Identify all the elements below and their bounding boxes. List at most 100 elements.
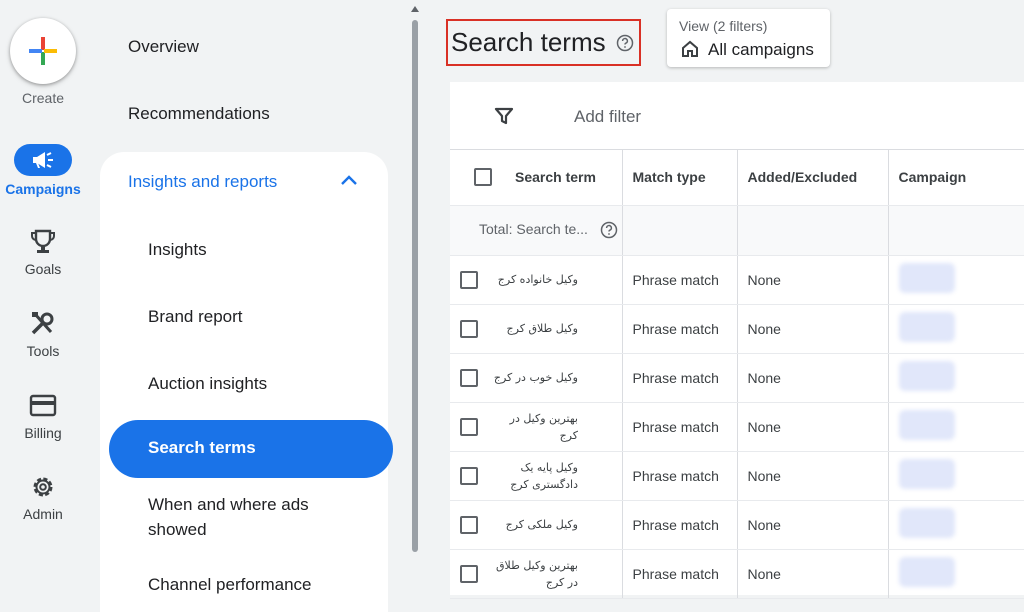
table-row[interactable]: وکیل ملکی کرج Phrase match None (450, 500, 1024, 550)
campaign-cell[interactable] (888, 353, 1024, 403)
left-rail: Create Campaigns Goals Tools Billing Adm… (0, 0, 86, 595)
main-content: Search terms View (2 filters) All campai… (422, 0, 1024, 599)
rail-item-campaigns[interactable]: Campaigns (0, 144, 86, 197)
table-row[interactable]: وکیل طلاق کرج Phrase match None (450, 304, 1024, 354)
help-icon[interactable] (616, 34, 634, 52)
nav-item-when-where[interactable]: When and where ads showed (148, 492, 348, 542)
gear-icon (33, 477, 53, 497)
view-selector[interactable]: View (2 filters) All campaigns (667, 9, 830, 67)
campaign-cell[interactable] (888, 500, 1024, 550)
row-checkbox[interactable] (460, 417, 478, 436)
search-term-text: وکیل پایه یک دادگستری کرج (510, 460, 578, 491)
nav-item-recommendations[interactable]: Recommendations (128, 104, 270, 124)
search-term-text: بهترین وکیل در کرج (509, 411, 578, 442)
nav-item-overview[interactable]: Overview (128, 37, 199, 57)
search-term-cell: بهترین وکیل در کرج (450, 402, 623, 452)
nav-scrollbar[interactable] (409, 0, 421, 595)
match-type-cell: Phrase match (622, 549, 738, 599)
plus-icon (29, 37, 57, 65)
megaphone-icon (33, 152, 53, 168)
column-header-added-excluded[interactable]: Added/Excluded (737, 150, 889, 206)
nav-item-auction-insights[interactable]: Auction insights (148, 371, 267, 396)
nav-group-insights: Insights and reports Insights Brand repo… (100, 152, 393, 612)
page-title-highlight: Search terms (446, 19, 641, 66)
chevron-up-icon[interactable] (340, 174, 358, 186)
added-excluded-cell: None (737, 451, 889, 501)
page-title: Search terms (451, 27, 606, 57)
campaign-cell[interactable] (888, 549, 1024, 599)
rail-item-billing[interactable]: Billing (0, 393, 86, 441)
rail-label-billing: Billing (24, 425, 62, 441)
match-type-cell: Phrase match (622, 304, 738, 354)
view-filters-label: View (2 filters) (679, 18, 768, 34)
rail-item-admin[interactable]: Admin (0, 474, 86, 522)
table-row[interactable]: بهترین وکیل در کرج Phrase match None (450, 402, 1024, 452)
header-search-term[interactable]: Search term (450, 150, 623, 206)
search-term-cell: وکیل طلاق کرج (450, 304, 623, 354)
search-terms-table: Search term Match type Added/Excluded Ca… (450, 150, 1024, 599)
row-checkbox[interactable] (460, 368, 478, 387)
nav-group-title[interactable]: Insights and reports (128, 172, 277, 192)
rail-item-goals[interactable]: Goals (0, 229, 86, 277)
search-term-text: وکیل خانواده کرج (497, 273, 578, 286)
match-type-cell: Phrase match (622, 500, 738, 550)
total-cell-empty (888, 205, 1024, 256)
campaign-cell[interactable] (888, 402, 1024, 452)
total-cell-empty (622, 205, 738, 256)
campaign-name-redacted (898, 557, 955, 587)
nav-item-search-terms[interactable]: Search terms (109, 420, 393, 478)
nav-item-brand-report[interactable]: Brand report (148, 304, 243, 329)
scroll-thumb[interactable] (412, 20, 418, 552)
select-all-checkbox[interactable] (474, 168, 492, 187)
view-campaigns-label: All campaigns (708, 40, 814, 59)
search-terms-card: Add filter Search term Match type Added/… (450, 82, 1024, 599)
added-excluded-cell: None (737, 549, 889, 599)
help-icon[interactable] (600, 221, 618, 239)
column-header-campaign[interactable]: Campaign (888, 150, 1024, 206)
nav-item-insights[interactable]: Insights (148, 237, 207, 262)
nav-panel: Overview Recommendations Insights and re… (86, 0, 406, 612)
row-checkbox[interactable] (460, 270, 478, 289)
search-term-text: وکیل ملکی کرج (505, 518, 578, 531)
total-row: Total: Search te... (450, 205, 1024, 256)
add-filter-button[interactable]: Add filter (574, 107, 641, 127)
campaign-name-redacted (898, 410, 955, 440)
table-row[interactable]: بهترین وکیل طلاق در کرج Phrase match Non… (450, 549, 1024, 599)
nav-item-search-terms-label: Search terms (148, 438, 256, 457)
row-checkbox[interactable] (460, 466, 478, 485)
added-excluded-cell: None (737, 402, 889, 452)
campaign-name-redacted (898, 263, 955, 293)
trophy-icon (31, 229, 55, 253)
filter-icon[interactable] (494, 106, 514, 126)
rail-label-tools: Tools (26, 343, 60, 359)
table-row[interactable]: وکیل پایه یک دادگستری کرج Phrase match N… (450, 451, 1024, 501)
create-label: Create (21, 90, 65, 106)
row-checkbox[interactable] (460, 515, 478, 534)
campaign-cell[interactable] (888, 255, 1024, 305)
total-cell-empty (737, 205, 889, 256)
table-row[interactable]: وکیل خانواده کرج Phrase match None (450, 255, 1024, 305)
added-excluded-cell: None (737, 500, 889, 550)
campaign-cell[interactable] (888, 304, 1024, 354)
match-type-cell: Phrase match (622, 255, 738, 305)
tools-icon (31, 312, 54, 335)
campaign-name-redacted (898, 508, 955, 538)
total-cell: Total: Search te... (450, 205, 623, 256)
row-checkbox[interactable] (460, 319, 478, 338)
campaign-name-redacted (898, 361, 955, 391)
table-row[interactable]: وکیل خوب در کرج Phrase match None (450, 353, 1024, 403)
added-excluded-cell: None (737, 255, 889, 305)
nav-item-channel-performance[interactable]: Channel performance (148, 572, 311, 597)
rail-label-goals: Goals (24, 261, 62, 277)
scroll-up-arrow-icon[interactable] (411, 6, 419, 12)
row-checkbox[interactable] (460, 564, 478, 583)
column-header-search-term: Search term (515, 169, 596, 186)
search-term-text: وکیل خوب در کرج (493, 371, 578, 384)
search-term-cell: وکیل خانواده کرج (450, 255, 623, 305)
create-button[interactable] (10, 18, 76, 84)
campaign-cell[interactable] (888, 451, 1024, 501)
match-type-cell: Phrase match (622, 451, 738, 501)
search-term-text: بهترین وکیل طلاق در کرج (495, 558, 578, 589)
rail-item-tools[interactable]: Tools (0, 311, 86, 359)
column-header-match-type[interactable]: Match type (622, 150, 738, 206)
